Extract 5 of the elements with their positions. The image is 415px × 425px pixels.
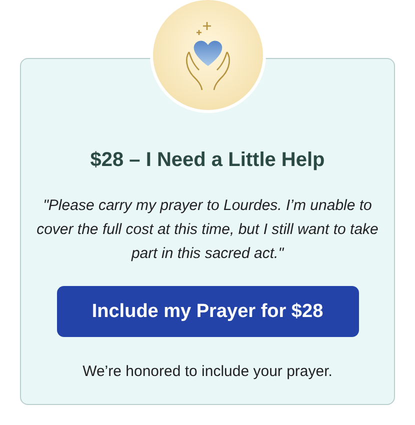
offer-title: $28 – I Need a Little Help: [90, 149, 325, 172]
include-prayer-button[interactable]: Include my Prayer for $28: [56, 286, 358, 337]
prayer-quote: "Please carry my prayer to Lourdes. I’m unable to cover the full cost at this time, but I still want to take part in this sacred act.": [36, 196, 380, 264]
medallion-icon: [150, 0, 266, 113]
honored-note: We’re honored to include your prayer.: [82, 363, 332, 380]
